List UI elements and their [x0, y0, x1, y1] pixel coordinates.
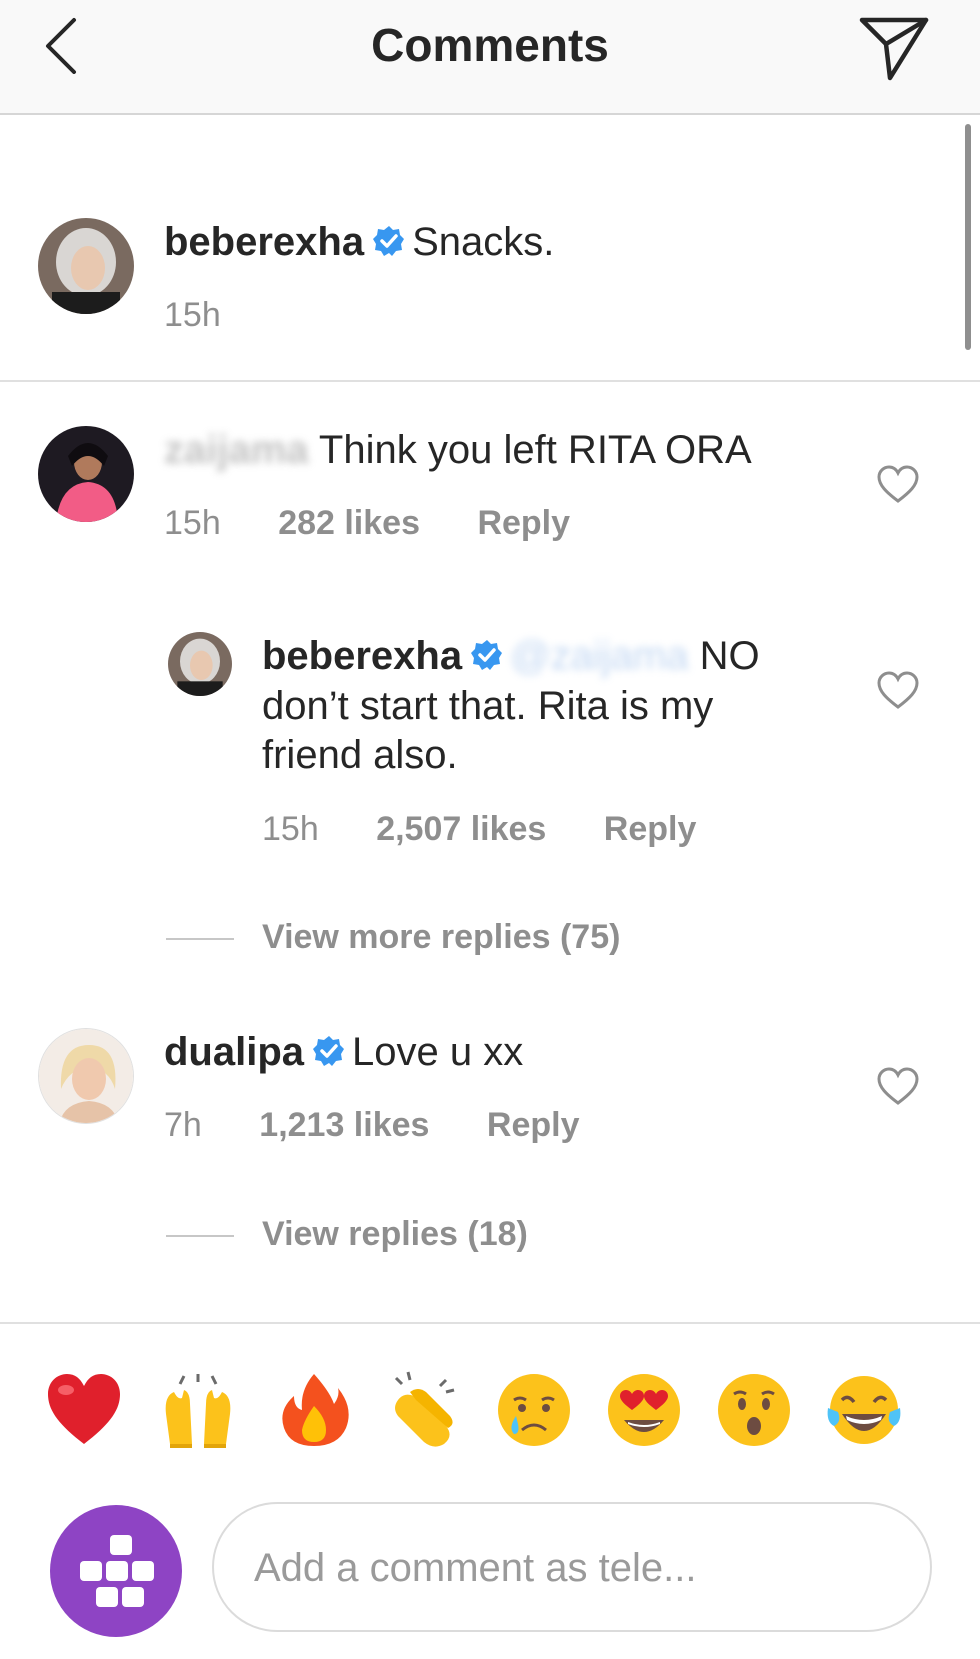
- divider: [0, 1322, 980, 1324]
- scrollbar[interactable]: [965, 124, 971, 350]
- mention-link[interactable]: @zaijama: [510, 634, 688, 679]
- header-bar: Comments: [0, 0, 980, 115]
- likes-count[interactable]: 282 likes: [278, 504, 420, 543]
- reply-button[interactable]: Reply: [477, 504, 570, 543]
- comment-meta: 15h 2,507 likes Reply: [262, 810, 696, 849]
- comment-input-container[interactable]: [212, 1502, 932, 1632]
- caption-text: Snacks.: [412, 220, 555, 264]
- comment-text: Love u xx: [352, 1030, 524, 1074]
- divider: [0, 380, 980, 382]
- verified-badge-icon: [313, 1036, 345, 1067]
- timestamp: 7h: [164, 1106, 202, 1144]
- heart-emoji-icon[interactable]: [44, 1370, 124, 1450]
- user-logo-icon: [80, 1535, 154, 1607]
- comment-text: Think you left RITA ORA: [318, 428, 752, 472]
- comment-text: NO: [699, 634, 760, 678]
- like-heart-icon[interactable]: [876, 464, 920, 504]
- like-heart-icon[interactable]: [876, 670, 920, 710]
- comment-meta: 7h 1,213 likes Reply: [164, 1106, 579, 1145]
- likes-count[interactable]: 1,213 likes: [259, 1106, 429, 1145]
- avatar[interactable]: [38, 218, 134, 314]
- caption-meta: 15h: [164, 296, 221, 335]
- username-link[interactable]: zaijama: [164, 428, 309, 473]
- avatar[interactable]: [168, 632, 232, 696]
- username-link[interactable]: beberexha: [262, 634, 462, 678]
- raising-hands-emoji-icon[interactable]: [158, 1370, 238, 1450]
- clapping-hands-emoji-icon[interactable]: [384, 1370, 464, 1450]
- page-title: Comments: [371, 19, 609, 71]
- view-more-replies-button[interactable]: View more replies (75): [262, 918, 620, 957]
- verified-badge-icon: [373, 226, 405, 257]
- replies-divider-line: [166, 938, 234, 940]
- avatar[interactable]: [38, 426, 134, 522]
- reply-comment-line: beberexha @zaijama NO: [262, 634, 760, 679]
- heart-eyes-face-emoji-icon[interactable]: [604, 1370, 684, 1450]
- comment-meta: 15h 282 likes Reply: [164, 504, 570, 543]
- timestamp: 15h: [262, 810, 319, 848]
- comment-text-continued: friend also.: [262, 733, 458, 777]
- likes-count[interactable]: 2,507 likes: [376, 810, 546, 849]
- direct-send-icon[interactable]: [856, 14, 934, 82]
- crying-face-emoji-icon[interactable]: [494, 1370, 574, 1450]
- verified-badge-icon: [471, 640, 503, 671]
- fire-emoji-icon[interactable]: [274, 1370, 354, 1450]
- current-user-avatar[interactable]: [50, 1505, 182, 1637]
- comment-text-continued: don’t start that. Rita is my: [262, 684, 714, 728]
- view-replies-button[interactable]: View replies (18): [262, 1215, 528, 1254]
- username-link[interactable]: beberexha: [164, 220, 364, 264]
- reply-button[interactable]: Reply: [487, 1106, 580, 1145]
- comment-line: zaijama Think you left RITA ORA: [164, 428, 752, 473]
- caption-line: beberexha Snacks.: [164, 220, 554, 265]
- replies-divider-line: [166, 1235, 234, 1237]
- tears-of-joy-face-emoji-icon[interactable]: [824, 1370, 904, 1450]
- timestamp: 15h: [164, 504, 221, 542]
- surprised-face-emoji-icon[interactable]: [714, 1370, 794, 1450]
- timestamp: 15h: [164, 296, 221, 334]
- avatar[interactable]: [38, 1028, 134, 1124]
- comment-line: dualipa Love u xx: [164, 1030, 523, 1075]
- like-heart-icon[interactable]: [876, 1066, 920, 1106]
- comment-input[interactable]: [252, 1504, 896, 1632]
- reply-button[interactable]: Reply: [604, 810, 697, 849]
- username-link[interactable]: dualipa: [164, 1030, 304, 1074]
